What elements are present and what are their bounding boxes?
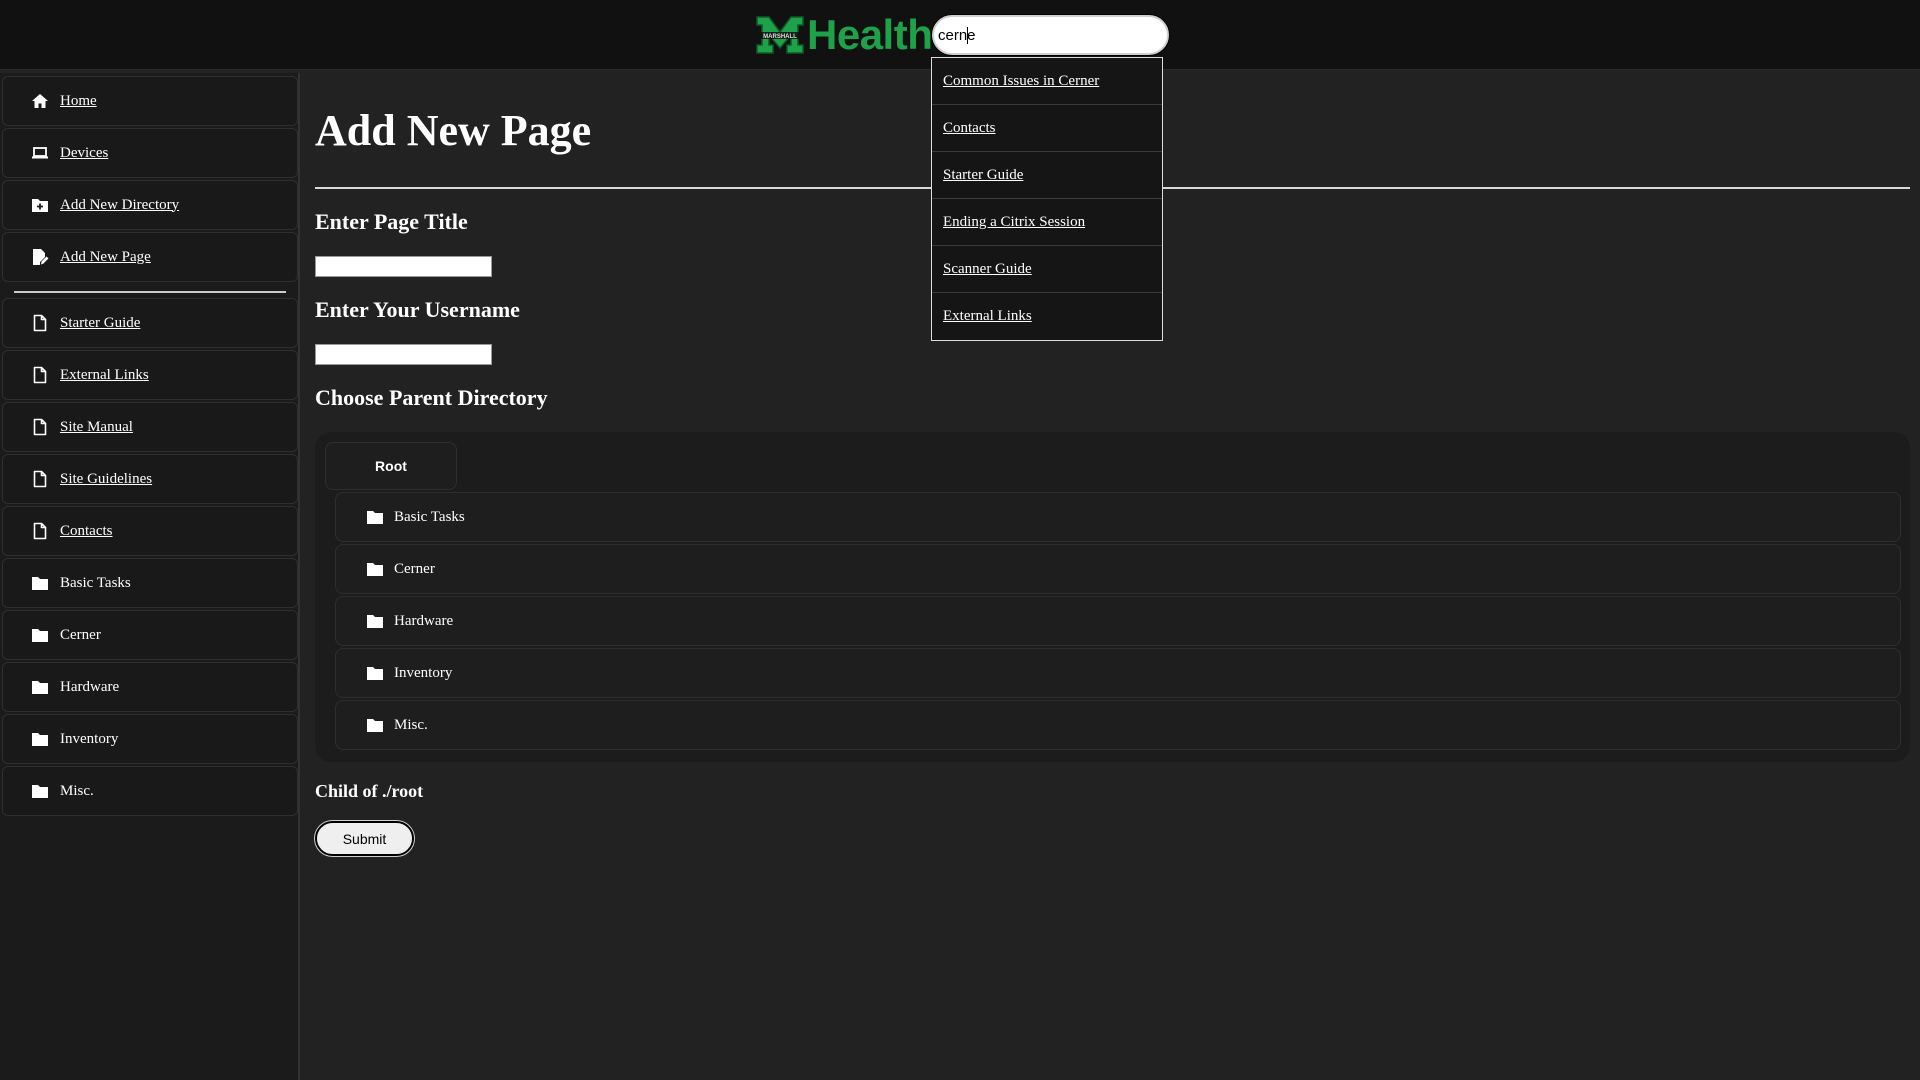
sidebar-item-external-links[interactable]: External Links [2,350,298,400]
sidebar-item-inventory[interactable]: Inventory [2,714,298,764]
marshall-m-logo-icon: MARSHALL [756,16,804,54]
laptop-icon [31,144,49,162]
sidebar-item-basic-tasks[interactable]: Basic Tasks [2,558,298,608]
directory-item-label: Hardware [394,612,454,629]
sidebar-item-label: Misc. [60,782,94,799]
sidebar-item-label: Hardware [60,678,120,695]
directory-item-misc[interactable]: Misc. [335,700,1901,750]
sidebar-item-label[interactable]: Devices [60,145,108,162]
parent-directory-label: Choose Parent Directory [315,385,548,410]
sidebar-item-home[interactable]: Home [2,76,298,126]
svg-text:MARSHALL: MARSHALL [763,34,797,40]
sidebar-item-label: Basic Tasks [60,574,131,591]
sidebar-item-label[interactable]: Home [60,93,97,110]
directory-item-label: Cerner [394,560,435,577]
file-icon [31,366,49,384]
file-icon [31,418,49,436]
text-caret [967,27,968,44]
directory-tree: Root Basic Tasks Cerner Hardware Invento… [315,432,1910,762]
sidebar-item-starter-guide[interactable]: Starter Guide [2,298,298,348]
folder-icon [31,626,49,644]
sidebar-item-misc[interactable]: Misc. [2,766,298,816]
sidebar-item-label: Inventory [60,730,119,747]
folder-icon [31,782,49,800]
selected-parent-path: Child of ./root [315,781,424,801]
folder-icon [366,664,384,682]
sidebar-item-site-guidelines[interactable]: Site Guidelines [2,454,298,504]
file-icon [31,314,49,332]
directory-item-label: Misc. [394,716,428,733]
folder-icon [31,678,49,696]
directory-root[interactable]: Root [325,442,457,490]
sidebar-item-label[interactable]: Add New Page [60,249,151,266]
sidebar-item-label: Cerner [60,626,101,643]
page-title-label: Enter Page Title [315,209,468,234]
folder-icon [366,612,384,630]
directory-item-hardware[interactable]: Hardware [335,596,1901,646]
sidebar-item-site-manual[interactable]: Site Manual [2,402,298,452]
directory-item-inventory[interactable]: Inventory [335,648,1901,698]
sidebar-divider [14,291,286,293]
directory-item-basic-tasks[interactable]: Basic Tasks [335,492,1901,542]
search-result-item[interactable]: Scanner Guide [932,246,1162,293]
sidebar-item-label[interactable]: Starter Guide [60,315,140,332]
folder-plus-icon [31,196,49,214]
submit-button[interactable]: Submit [315,821,414,856]
folder-icon [31,574,49,592]
sidebar-item-hardware[interactable]: Hardware [2,662,298,712]
sidebar-item-label[interactable]: Contacts [60,523,113,540]
file-edit-icon [31,248,49,266]
sidebar-item-devices[interactable]: Devices [2,128,298,178]
search-result-item[interactable]: Ending a Citrix Session [932,199,1162,246]
folder-icon [366,508,384,526]
sidebar-item-add-new-page[interactable]: Add New Page [2,232,298,282]
search-result-item[interactable]: Starter Guide [932,152,1162,199]
page-title-input[interactable] [315,256,492,277]
sidebar-item-label[interactable]: Site Manual [60,419,133,436]
sidebar-item-label[interactable]: Add New Directory [60,197,179,214]
search-result-item[interactable]: Common Issues in Cerner [932,58,1162,105]
search-result-item[interactable]: External Links [932,293,1162,340]
page-title: Add New Page [315,106,592,155]
site-logo[interactable]: MARSHALL Health [755,11,933,58]
directory-item-label: Basic Tasks [394,508,465,525]
username-label: Enter Your Username [315,297,520,322]
username-input[interactable] [315,344,492,365]
directory-item-cerner[interactable]: Cerner [335,544,1901,594]
sidebar-item-cerner[interactable]: Cerner [2,610,298,660]
sidebar: Home Devices Add New Directory Add New P… [0,73,300,1080]
sidebar-item-label[interactable]: Site Guidelines [60,471,152,488]
sidebar-item-label[interactable]: External Links [60,367,149,384]
folder-icon [31,730,49,748]
folder-icon [366,716,384,734]
logo-text: Health [807,11,933,58]
sidebar-item-contacts[interactable]: Contacts [2,506,298,556]
folder-icon [366,560,384,578]
directory-root-label: Root [375,458,407,474]
sidebar-item-add-new-directory[interactable]: Add New Directory [2,180,298,230]
home-icon [31,92,49,110]
search-results-dropdown: Common Issues in Cerner Contacts Starter… [931,57,1163,341]
search-result-item[interactable]: Contacts [932,105,1162,152]
file-icon [31,470,49,488]
file-icon [31,522,49,540]
directory-item-label: Inventory [394,664,453,681]
